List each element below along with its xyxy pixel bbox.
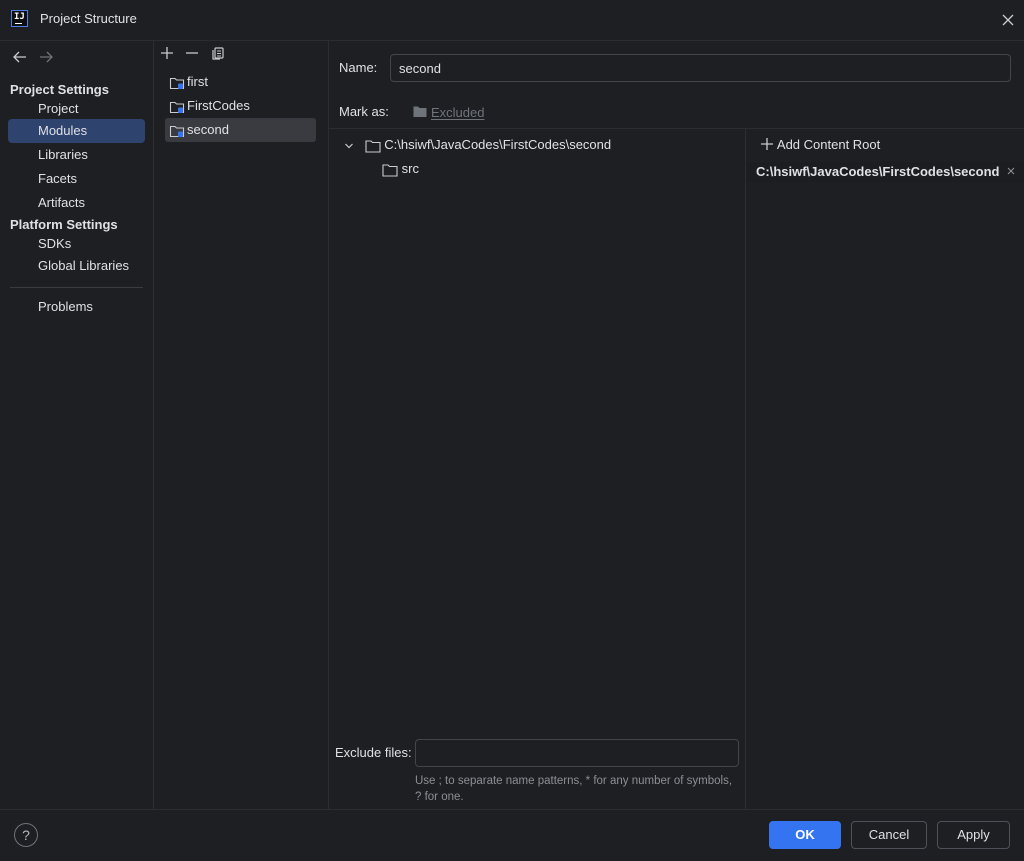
module-folder-icon	[169, 125, 185, 138]
sidebar-item-label: Artifacts	[38, 195, 85, 210]
sidebar-item-artifacts[interactable]: Artifacts	[8, 191, 145, 215]
ok-button[interactable]: OK	[769, 821, 841, 849]
add-content-root-label: Add Content Root	[776, 137, 881, 152]
close-icon	[1007, 167, 1015, 175]
sidebar-item-project[interactable]: Project	[8, 97, 145, 121]
add-icon	[761, 138, 773, 150]
excluded-folder-icon	[413, 106, 427, 117]
sidebar-divider	[10, 287, 143, 288]
exclude-files-hint: Use ; to separate name patterns, * for a…	[415, 775, 733, 803]
folder-icon	[365, 140, 381, 153]
apply-button[interactable]: Apply	[937, 821, 1010, 849]
sidebar-item-problems[interactable]: Problems	[8, 295, 145, 319]
sidebar-item-label: SDKs	[38, 236, 72, 251]
content-root-entry[interactable]: C:\hsiwf\JavaCodes\FirstCodes\second	[747, 162, 1024, 182]
remove-content-root-button[interactable]	[1005, 165, 1017, 180]
sidebar-item-label: Global Libraries	[38, 258, 130, 273]
sidebar-item-label: Modules	[38, 123, 88, 138]
close-button[interactable]	[994, 6, 1022, 34]
exclude-files-field[interactable]	[415, 739, 739, 767]
copy-module-button[interactable]	[209, 44, 229, 62]
content-roots-panel	[745, 129, 1024, 809]
close-icon	[1002, 14, 1014, 26]
module-label: second	[187, 122, 229, 137]
mark-excluded-button[interactable]: Excluded	[413, 105, 484, 120]
arrow-right-icon	[40, 51, 53, 63]
title-bar	[0, 0, 1024, 41]
folder-icon	[382, 164, 398, 177]
copy-icon	[212, 47, 224, 60]
module-label: FirstCodes	[187, 98, 250, 113]
sidebar-item-facets[interactable]: Facets	[8, 167, 145, 191]
module-folder-icon	[169, 77, 185, 90]
add-icon	[161, 47, 173, 59]
remove-module-button[interactable]	[183, 44, 203, 62]
project-settings-heading: Project Settings	[10, 82, 109, 97]
back-button[interactable]	[12, 49, 28, 69]
tree-root-node[interactable]: C:\hsiwf\JavaCodes\FirstCodes\second	[343, 133, 611, 157]
tree-root-label: C:\hsiwf\JavaCodes\FirstCodes\second	[384, 137, 612, 152]
module-list-panel	[154, 41, 329, 809]
cancel-button[interactable]: Cancel	[851, 821, 927, 849]
sidebar-item-label: Facets	[38, 171, 78, 186]
sidebar-item-label: Problems	[38, 299, 93, 314]
module-item-second[interactable]: second	[165, 118, 316, 142]
name-label: Name:	[339, 60, 378, 75]
exclude-files-label: Exclude files:	[335, 745, 412, 760]
content-root-path: C:\hsiwf\JavaCodes\FirstCodes\second	[756, 164, 1000, 179]
module-item-first[interactable]: first	[165, 70, 316, 94]
forward-button[interactable]	[38, 49, 54, 69]
sidebar-item-label: Libraries	[38, 147, 88, 162]
sidebar-item-sdks[interactable]: SDKs	[8, 232, 145, 256]
module-name-field[interactable]	[390, 54, 1011, 82]
tree-node-label: src	[401, 161, 419, 176]
help-button[interactable]: ?	[14, 823, 38, 847]
window-title: Project Structure	[40, 11, 137, 26]
arrow-left-icon	[13, 51, 26, 63]
module-folder-icon	[169, 101, 185, 114]
chevron-down-icon	[345, 143, 353, 148]
module-label: first	[187, 74, 208, 89]
tree-node-src[interactable]: src	[382, 157, 419, 181]
excluded-label: Excluded	[431, 105, 485, 120]
sidebar-item-modules[interactable]: Modules	[8, 119, 145, 143]
content-tree-panel: C:\hsiwf\JavaCodes\FirstCodes\second src	[329, 129, 745, 809]
remove-icon	[186, 52, 198, 54]
add-content-root-button[interactable]: Add Content Root	[760, 137, 880, 152]
module-item-firstcodes[interactable]: FirstCodes	[165, 94, 316, 118]
intellij-logo-icon: IJ	[11, 10, 28, 27]
add-module-button[interactable]	[158, 44, 178, 62]
mark-as-label: Mark as:	[339, 104, 389, 119]
sidebar-item-label: Project	[38, 101, 79, 116]
sidebar-item-libraries[interactable]: Libraries	[8, 143, 145, 167]
sidebar-item-global-libraries[interactable]: Global Libraries	[8, 254, 145, 278]
platform-settings-heading: Platform Settings	[10, 217, 118, 232]
